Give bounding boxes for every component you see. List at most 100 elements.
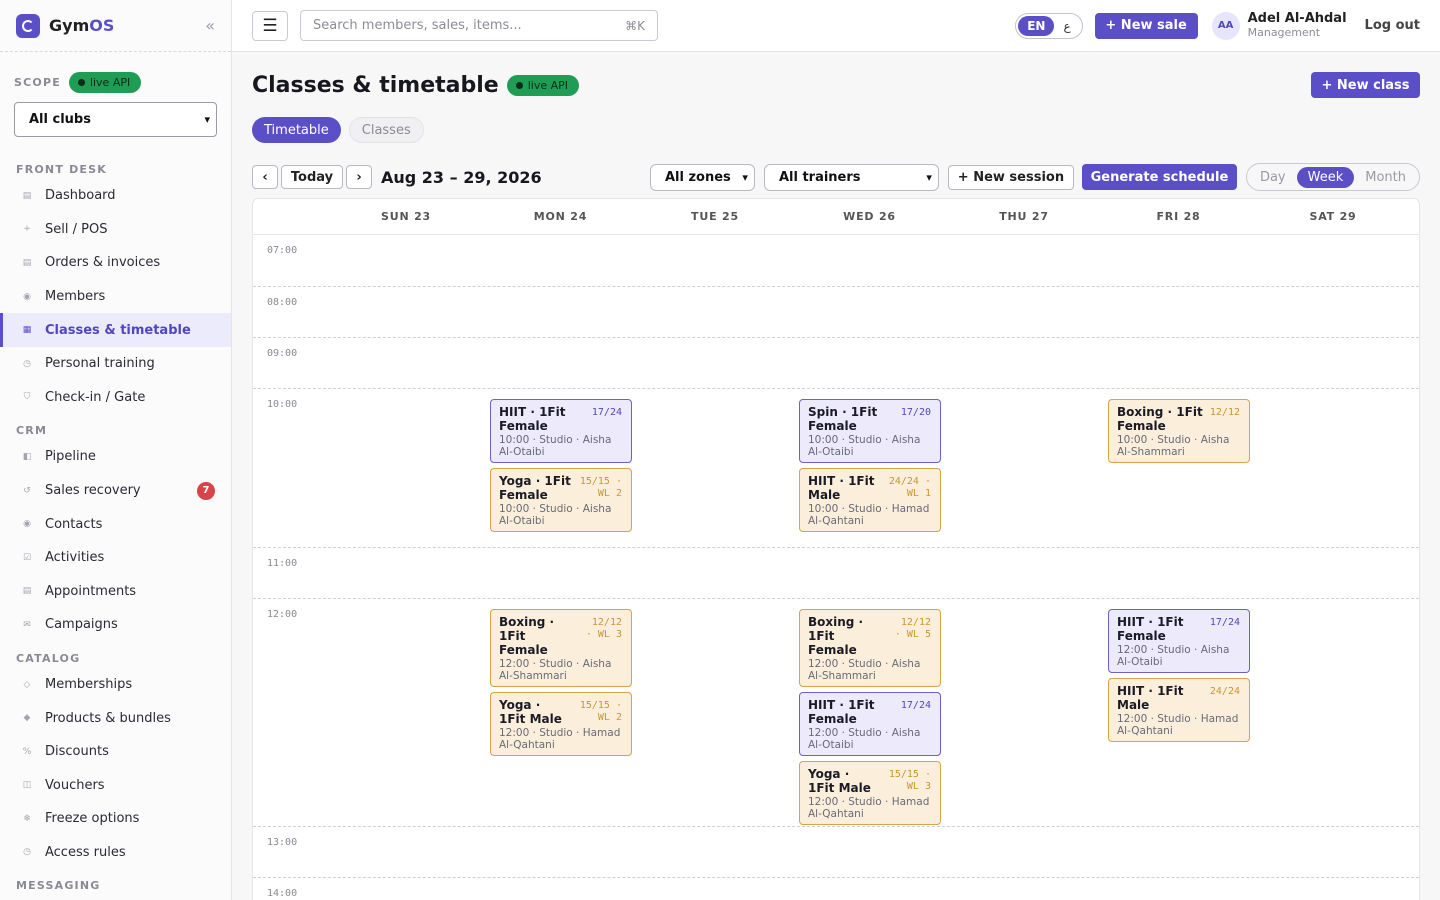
session-meta: 12:00 · Studio · Aisha Al-Otaibi bbox=[1117, 644, 1230, 668]
hour-row[interactable]: 10:00 bbox=[253, 388, 1419, 410]
class-session-card[interactable]: Boxing · 1Fit Female 12/12 10:00 · Studi… bbox=[1108, 399, 1250, 463]
hour-row[interactable]: 12:00 bbox=[253, 598, 1419, 620]
session-capacity: 12/12 bbox=[1209, 407, 1240, 418]
new-session-button[interactable]: + New session bbox=[947, 164, 1074, 190]
session-capacity: 12/12 · WL 5 bbox=[894, 617, 931, 640]
class-session-card[interactable]: HIIT · 1Fit Female 17/24 10:00 · Studio … bbox=[490, 399, 632, 463]
sidebar-item-label: Contacts bbox=[45, 516, 103, 532]
session-capacity: 17/24 bbox=[1209, 617, 1240, 628]
sell-pos-icon: + bbox=[23, 224, 31, 235]
nav-section-label: CATALOG bbox=[16, 651, 81, 665]
tab-timetable[interactable]: Timetable bbox=[252, 117, 341, 143]
sidebar-item-label: Access rules bbox=[45, 844, 126, 860]
view-month[interactable]: Month bbox=[1354, 167, 1417, 188]
sidebar-item-label: Dashboard bbox=[45, 188, 116, 204]
session-title: HIIT · 1Fit Female bbox=[808, 698, 875, 726]
prev-week-button[interactable]: ‹ bbox=[252, 165, 278, 189]
language-toggle[interactable]: EN ع bbox=[1015, 12, 1083, 39]
timetable-calendar: SUN 23 MON 24 TUE 25 WED 26 THU 27 FRI 28 SAT … bbox=[252, 198, 1420, 900]
classes-timetable-icon: ▦ bbox=[22, 325, 32, 336]
sidebar-item-sales-recovery[interactable]: ↺ Sales recovery 7 bbox=[0, 474, 231, 508]
new-sale-button[interactable]: + New sale bbox=[1094, 12, 1198, 39]
class-session-card[interactable]: HIIT · 1Fit Male 24/24 12:00 · Studio · … bbox=[1108, 678, 1250, 742]
lang-ar[interactable]: ع bbox=[1054, 19, 1079, 33]
zone-filter[interactable]: All zones ▾ bbox=[649, 163, 755, 191]
class-session-card[interactable]: Spin · 1Fit Female 17/20 10:00 · Studio … bbox=[799, 399, 941, 463]
sidebar-item-products-bundles[interactable]: ◆ Products & bundles bbox=[0, 701, 231, 735]
sidebar-item-label: Sales recovery bbox=[45, 483, 141, 499]
collapse-sidebar-icon[interactable]: « bbox=[205, 16, 215, 35]
live-dot-icon bbox=[515, 81, 523, 89]
sidebar-item-freeze-options[interactable]: ❄ Freeze options bbox=[0, 802, 231, 836]
class-session-card[interactable]: HIIT · 1Fit Female 17/24 12:00 · Studio … bbox=[799, 692, 941, 756]
view-day[interactable]: Day bbox=[1249, 167, 1297, 188]
hour-label: 08:00 bbox=[267, 297, 298, 308]
sidebar-item-vouchers[interactable]: ◫ Vouchers bbox=[0, 769, 231, 803]
campaigns-icon: ✉ bbox=[23, 619, 31, 630]
trainer-filter[interactable]: All trainers ▾ bbox=[763, 163, 939, 191]
topbar: ☰ Search members, sales, items... ⌘K EN … bbox=[232, 0, 1440, 52]
calendar-day-header: SUN 23 MON 24 TUE 25 WED 26 THU 27 FRI 28 SAT … bbox=[253, 199, 1419, 235]
session-meta: 12:00 · Studio · Aisha Al-Otaibi bbox=[808, 727, 921, 751]
session-capacity: 24/24 bbox=[1209, 686, 1240, 697]
avatar: AA bbox=[1211, 11, 1240, 40]
sidebar-item-classes-timetable[interactable]: ▦ Classes & timetable bbox=[0, 313, 231, 347]
sidebar-item-contacts[interactable]: ◉ Contacts bbox=[0, 507, 231, 541]
sidebar-item-sell-pos[interactable]: + Sell / POS bbox=[0, 213, 231, 247]
contacts-icon: ◉ bbox=[23, 519, 31, 530]
sidebar-item-memberships[interactable]: ◇ Memberships bbox=[0, 668, 231, 702]
view-switcher: Day Week Month bbox=[1245, 163, 1420, 191]
user-name: Adel Al-Ahdal bbox=[1247, 10, 1347, 26]
session-meta: 10:00 · Studio · Aisha Al-Otaibi bbox=[499, 434, 612, 458]
nav-section-label: MESSAGING bbox=[16, 879, 101, 893]
sidebar-item-personal-training[interactable]: ◷ Personal training bbox=[0, 347, 231, 381]
session-meta: 10:00 · Studio · Aisha Al-Otaibi bbox=[808, 434, 921, 458]
sidebar-item-access-rules[interactable]: ◷ Access rules bbox=[0, 836, 231, 870]
tab-classes[interactable]: Classes bbox=[348, 117, 424, 143]
access-rules-icon: ◷ bbox=[23, 847, 31, 858]
menu-button[interactable]: ☰ bbox=[252, 10, 288, 41]
class-session-card[interactable]: Yoga · 1Fit Male 15/15 · WL 2 12:00 · St… bbox=[490, 692, 632, 756]
next-week-button[interactable]: › bbox=[346, 165, 372, 189]
class-session-card[interactable]: HIIT · 1Fit Male 24/24 · WL 1 10:00 · St… bbox=[799, 468, 941, 532]
session-meta: 12:00 · Studio · Hamad Al-Qahtani bbox=[1117, 713, 1239, 737]
sidebar-item-campaigns[interactable]: ✉ Campaigns bbox=[0, 608, 231, 642]
day-header: MON 24 bbox=[533, 210, 588, 223]
class-session-card[interactable]: HIIT · 1Fit Female 17/24 12:00 · Studio … bbox=[1108, 609, 1250, 673]
sidebar-item-appointments[interactable]: ▤ Appointments bbox=[0, 575, 231, 609]
hour-row[interactable]: 13:00 bbox=[253, 826, 1419, 848]
generate-schedule-button[interactable]: Generate schedule bbox=[1081, 164, 1237, 190]
hour-row[interactable]: 09:00 bbox=[253, 337, 1419, 359]
sidebar-item-dashboard[interactable]: ▤ Dashboard bbox=[0, 179, 231, 213]
class-session-card[interactable]: Yoga · 1Fit Male 15/15 · WL 3 12:00 · St… bbox=[799, 761, 941, 825]
club-select[interactable]: All clubs ▾ bbox=[14, 102, 217, 137]
sidebar-item-label: Classes & timetable bbox=[45, 322, 191, 338]
search-input[interactable]: Search members, sales, items... ⌘K bbox=[300, 10, 658, 41]
class-session-card[interactable]: Boxing · 1Fit Female 12/12 · WL 3 12:00 … bbox=[490, 609, 632, 687]
class-session-card[interactable]: Boxing · 1Fit Female 12/12 · WL 5 12:00 … bbox=[799, 609, 941, 687]
lang-en[interactable]: EN bbox=[1018, 15, 1055, 36]
hour-row[interactable]: 14:00 bbox=[253, 877, 1419, 899]
app-name: GymOS bbox=[49, 16, 115, 35]
logout-link[interactable]: Log out bbox=[1365, 18, 1420, 33]
members-icon: ◉ bbox=[23, 291, 31, 302]
count-badge: 7 bbox=[197, 481, 215, 500]
sidebar-item-check-in-gate[interactable]: ⛉ Check-in / Gate bbox=[0, 381, 231, 415]
view-week[interactable]: Week bbox=[1296, 166, 1355, 188]
class-session-card[interactable]: Yoga · 1Fit Female 15/15 · WL 2 10:00 · … bbox=[490, 468, 632, 532]
brand-header: GymOS « bbox=[0, 0, 231, 52]
new-class-button[interactable]: + New class bbox=[1311, 72, 1420, 98]
sidebar-item-members[interactable]: ◉ Members bbox=[0, 280, 231, 314]
hour-row[interactable]: 08:00 bbox=[253, 286, 1419, 308]
hour-label: 11:00 bbox=[267, 558, 298, 569]
hour-label: 13:00 bbox=[267, 837, 298, 848]
today-button[interactable]: Today bbox=[281, 165, 343, 189]
sidebar-item-discounts[interactable]: % Discounts bbox=[0, 735, 231, 769]
chevron-down-icon: ▾ bbox=[742, 170, 748, 184]
sidebar-item-pipeline[interactable]: ◧ Pipeline bbox=[0, 440, 231, 474]
hour-row[interactable]: 11:00 bbox=[253, 547, 1419, 569]
user-menu[interactable]: AA Adel Al-Ahdal Management bbox=[1211, 10, 1347, 40]
sidebar-item-activities[interactable]: ☑ Activities bbox=[0, 541, 231, 575]
sidebar-item-orders-invoices[interactable]: ▤ Orders & invoices bbox=[0, 246, 231, 280]
sidebar-item-label: Members bbox=[45, 289, 106, 305]
